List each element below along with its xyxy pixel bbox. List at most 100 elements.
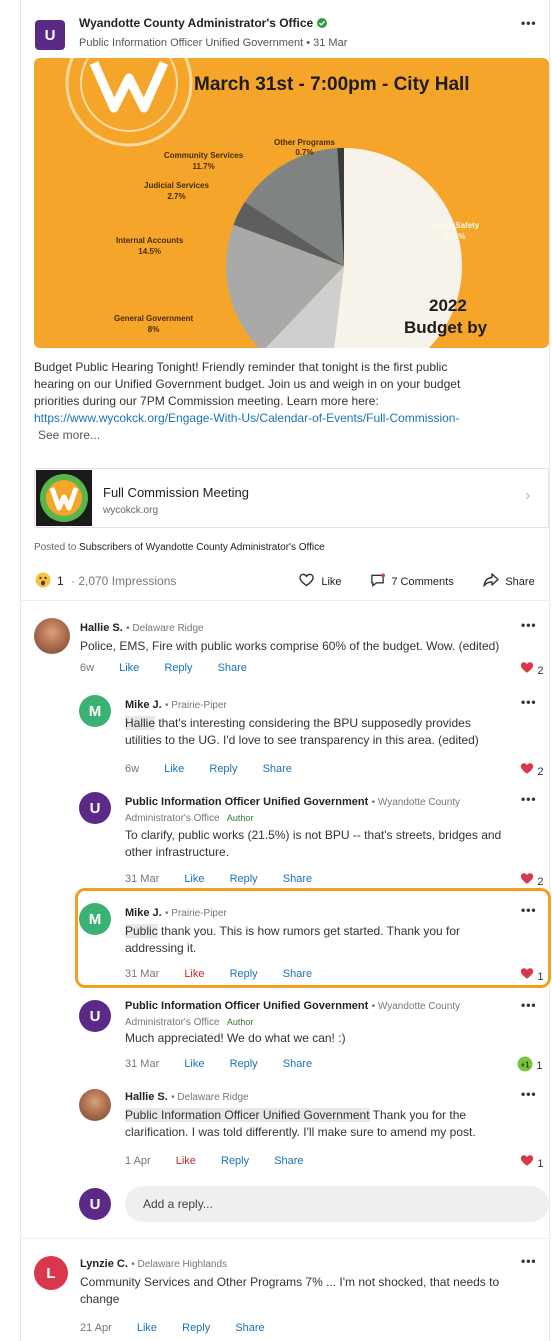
like-button[interactable]: Like <box>184 968 204 980</box>
post-image[interactable]: March 31st - 7:00pm - City Hall Other Pr… <box>34 58 549 348</box>
reaction-count: 1 <box>536 1060 543 1072</box>
mention[interactable]: Public <box>125 924 158 938</box>
comment-header: Public Information Officer Unified Gover… <box>125 794 545 826</box>
avatar[interactable]: U <box>79 792 111 824</box>
comment-time: 6w <box>125 763 140 775</box>
share-button[interactable]: Share <box>283 1058 312 1070</box>
commenter-org: Administrator's Office <box>125 813 220 824</box>
reply-button[interactable]: Reply <box>230 873 258 885</box>
comment-more-button[interactable]: ••• <box>521 792 537 806</box>
comment-text-line: To clarify, public works (21.5%) is not … <box>125 828 502 842</box>
reply-input[interactable]: Add a reply... <box>125 1186 549 1222</box>
avatar[interactable] <box>79 1089 111 1121</box>
comment-reactions[interactable]: +1 1 <box>517 1056 542 1072</box>
post-more-button[interactable]: ••• <box>521 16 537 30</box>
post-link[interactable]: https://www.wycokck.org/Engage-With-Us/C… <box>34 410 544 427</box>
reaction-count[interactable]: 1 <box>57 574 64 588</box>
like-button[interactable]: Like <box>164 763 184 775</box>
comment-actions: 6w Like Reply Share <box>125 763 314 775</box>
comment-more-button[interactable]: ••• <box>521 695 537 709</box>
reply-button[interactable]: Reply <box>230 1058 258 1070</box>
comment-reactions[interactable]: 1 <box>520 967 543 983</box>
commenter-name[interactable]: Hallie S. <box>125 1091 168 1103</box>
like-post-button[interactable]: Like <box>299 573 342 588</box>
share-button[interactable]: Share <box>283 873 312 885</box>
comment-reactions[interactable]: 2 <box>520 872 543 888</box>
county-logo-icon <box>65 58 193 147</box>
comment-more-button[interactable]: ••• <box>521 903 537 917</box>
comment-header: Public Information Officer Unified Gover… <box>125 998 545 1030</box>
commenter-name[interactable]: Mike J. <box>125 907 162 919</box>
event-headline: March 31st - 7:00pm - City Hall <box>194 74 470 95</box>
author-badge: Author <box>226 813 254 823</box>
posted-to-group[interactable]: Subscribers of Wyandotte County Administ… <box>79 542 325 553</box>
comment-text: Hallie that's interesting considering th… <box>125 715 549 749</box>
label-judicial-services: Judicial Services 2.7% <box>144 180 209 202</box>
reply-placeholder: Add a reply... <box>143 1197 213 1211</box>
budget-year: 2022 <box>429 296 467 315</box>
comment-time: 31 Mar <box>125 968 160 980</box>
mention[interactable]: Hallie <box>125 716 156 730</box>
link-preview-card[interactable]: Full Commission Meeting wycokck.org › <box>34 468 549 528</box>
comment-text-line: clarification. I was told differently. I… <box>125 1125 476 1139</box>
budget-graphic <box>65 58 462 348</box>
like-button[interactable]: Like <box>176 1155 196 1167</box>
commenter-name[interactable]: Lynzie C. <box>80 1258 128 1270</box>
commenter-name[interactable]: Public Information Officer Unified Gover… <box>125 796 368 808</box>
like-button[interactable]: Like <box>137 1322 157 1334</box>
reply-button[interactable]: Reply <box>209 763 237 775</box>
label-community-services-name: Community Services <box>164 151 244 160</box>
label-general-government: General Government 8% <box>114 313 193 335</box>
wow-reaction-icon[interactable] <box>35 572 51 591</box>
like-button[interactable]: Like <box>119 662 139 674</box>
share-button[interactable]: Share <box>283 968 312 980</box>
share-button[interactable]: Share <box>274 1155 303 1167</box>
like-button[interactable]: Like <box>184 1058 204 1070</box>
reply-button[interactable]: Reply <box>230 968 258 980</box>
mention[interactable]: Public Information Officer Unified Gover… <box>125 1108 370 1122</box>
comment-more-button[interactable]: ••• <box>521 998 537 1012</box>
share-button[interactable]: Share <box>235 1322 264 1334</box>
label-public-safety-name: Public Safety <box>429 221 480 230</box>
avatar[interactable] <box>34 618 70 654</box>
link-preview-domain: wycokck.org <box>103 505 159 516</box>
comment-reactions[interactable]: 2 <box>520 762 543 778</box>
reply-button[interactable]: Reply <box>182 1322 210 1334</box>
share-post-button[interactable]: Share <box>483 573 535 588</box>
heart-reaction-icon <box>520 1155 534 1166</box>
link-preview-title[interactable]: Full Commission Meeting <box>103 485 249 500</box>
reply-button[interactable]: Reply <box>164 662 192 674</box>
avatar[interactable]: U <box>79 1000 111 1032</box>
posted-to-prefix: Posted to <box>34 542 80 553</box>
comment-more-button[interactable]: ••• <box>521 1254 537 1268</box>
avatar[interactable]: M <box>79 903 111 935</box>
heart-outline-icon <box>299 573 314 587</box>
label-community-services-value: 11.7% <box>192 162 215 171</box>
commenter-name[interactable]: Public Information Officer Unified Gover… <box>125 1000 368 1012</box>
like-button[interactable]: Like <box>184 873 204 885</box>
commenter-name[interactable]: Hallie S. <box>80 622 123 634</box>
org-avatar[interactable]: U <box>35 20 65 50</box>
see-more-link[interactable]: See more... <box>34 427 544 444</box>
share-button[interactable]: Share <box>218 662 247 674</box>
comment-reactions[interactable]: 1 <box>520 1154 543 1170</box>
comment-more-button[interactable]: ••• <box>521 618 537 632</box>
org-name[interactable]: Wyandotte County Administrator's Office <box>79 16 313 30</box>
comments-button[interactable]: 7 Comments <box>370 573 454 588</box>
avatar[interactable]: M <box>79 695 111 727</box>
reply-button[interactable]: Reply <box>221 1155 249 1167</box>
comment-reactions[interactable]: 2 <box>520 661 543 677</box>
comment-more-button[interactable]: ••• <box>521 1087 537 1101</box>
avatar[interactable]: L <box>34 1256 68 1290</box>
comment-header: Mike J. • Prairie-Piper <box>125 905 227 919</box>
divider <box>21 1238 551 1239</box>
reaction-count: 2 <box>537 876 544 888</box>
commenter-name[interactable]: Mike J. <box>125 699 162 711</box>
reply-item: U Public Information Officer Unified Gov… <box>79 998 549 1078</box>
share-button[interactable]: Share <box>263 763 292 775</box>
divider <box>21 600 551 601</box>
comment-time: 31 Mar <box>125 873 160 885</box>
post-author-name[interactable]: Wyandotte County Administrator's Office <box>79 16 327 30</box>
post-subtitle: Public Information Officer Unified Gover… <box>79 37 348 49</box>
comment-actions: 31 Mar Like Reply Share <box>125 873 334 885</box>
